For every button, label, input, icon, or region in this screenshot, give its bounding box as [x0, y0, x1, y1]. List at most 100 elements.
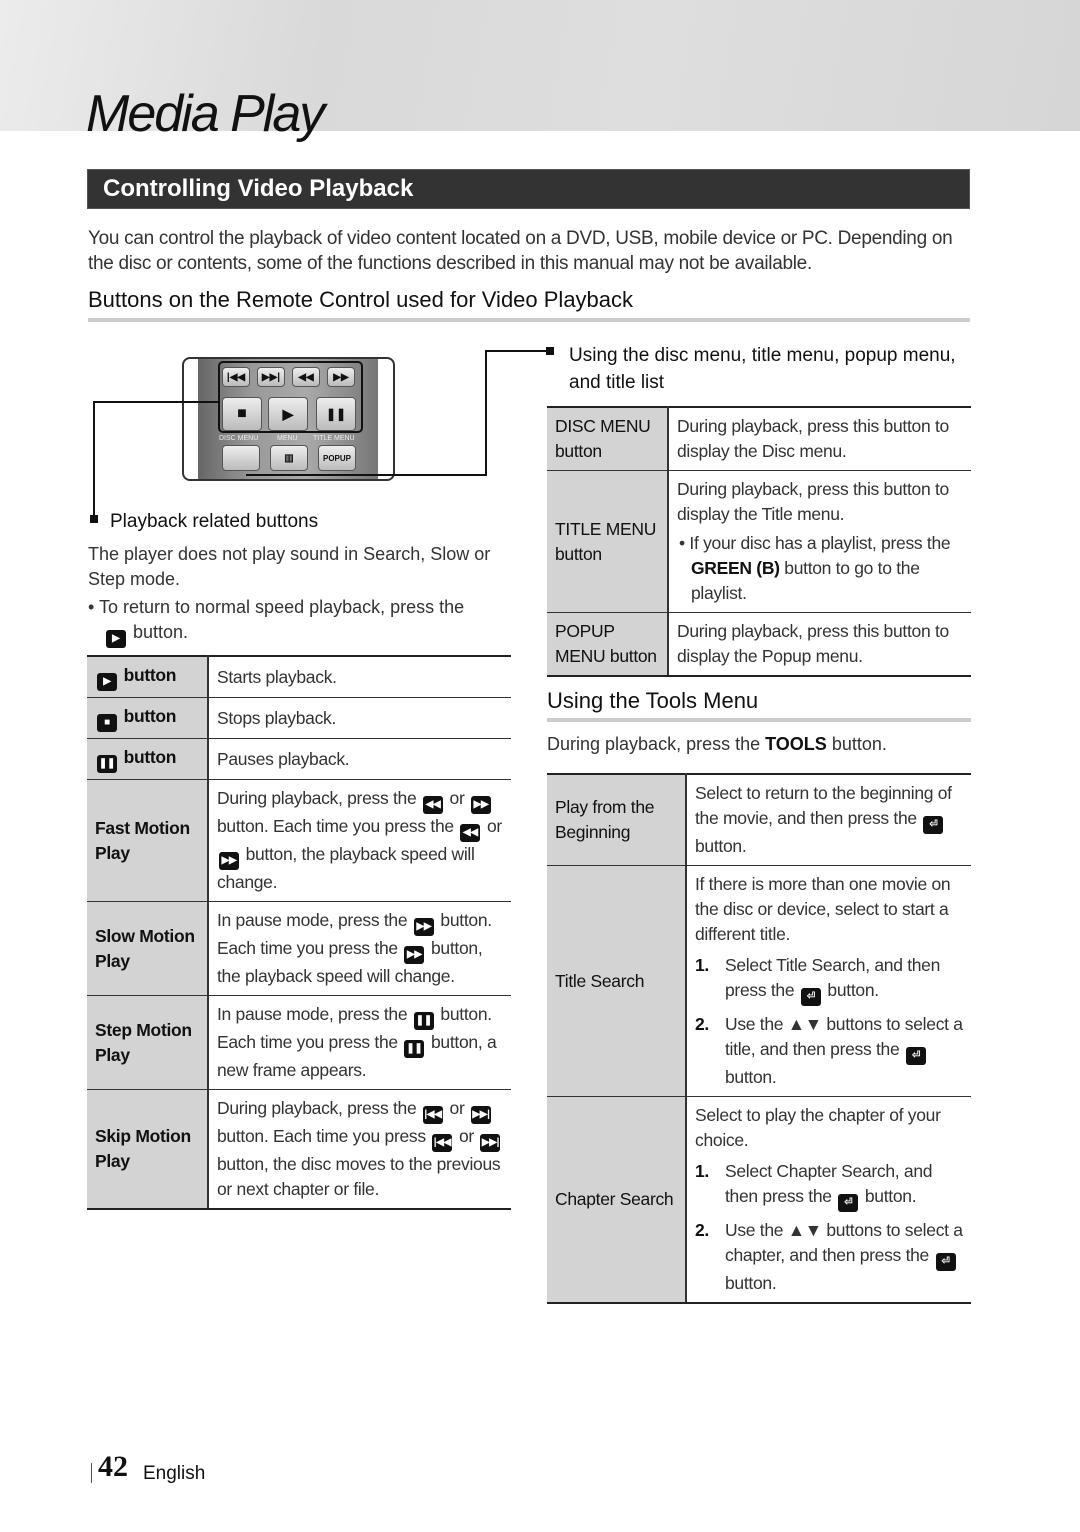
callout-line [246, 474, 486, 476]
table-row: Step Motion Play In pause mode, press the… [87, 995, 511, 1090]
table-row: ▶ button Starts playback. [87, 655, 511, 698]
value-text: button. [440, 910, 492, 930]
enter-icon: ⏎ [935, 1253, 956, 1271]
fast-forward-icon: ▶▶ [219, 852, 239, 870]
step-item: 1. Select Title Search, and then press th… [695, 953, 963, 1006]
tools-table: Play from the Beginning Select to return … [547, 773, 971, 1304]
row-key: Title Search [547, 865, 687, 1097]
subheading-rule [88, 318, 970, 322]
rewind-icon: ◀◀ [460, 824, 481, 842]
value-text: or [449, 788, 465, 808]
value-text: If there is more than one movie on the d… [695, 874, 951, 944]
table-row: Title Search If there is more than one mo… [547, 865, 971, 1097]
value-text: button. [695, 836, 747, 856]
subheading-tools: Using the Tools Menu [547, 688, 759, 713]
title-menu-label: TITLE MENU [313, 435, 355, 442]
table-row: Skip Motion Play During playback, press t… [87, 1089, 511, 1210]
row-key: Slow Motion Play [87, 901, 209, 996]
callout-line [93, 401, 95, 519]
rewind-icon: ◀◀ [422, 796, 443, 814]
value-text: Select to return to the beginning of the… [695, 783, 952, 828]
table-row: Play from the Beginning Select to return … [547, 773, 971, 866]
row-value: Stops playback. [208, 697, 511, 739]
value-text: or [449, 1098, 465, 1118]
step-text-part: button. [725, 1067, 777, 1087]
enter-icon: ⏎ [838, 1194, 859, 1212]
table-row: Chapter Search Select to play the chapter… [547, 1096, 971, 1304]
menu-callout: Using the disc menu, title menu, popup m… [569, 345, 956, 393]
row-value: In pause mode, press the ❚❚ button. Each… [208, 995, 511, 1090]
step-text-part: button. [822, 980, 879, 1000]
tools-intro: During playback, press the TOOLS button. [547, 732, 887, 757]
value-text: Each time you press the [272, 816, 454, 836]
disc-menu-label: DISC MENU [219, 435, 259, 442]
value-text: button. [217, 816, 269, 836]
popup-button: POPUP [318, 445, 356, 471]
step-text-part: Use the ▲▼ buttons to select a chapter, … [725, 1220, 963, 1265]
row-key: TITLE MENU button [547, 470, 669, 613]
bullet-keyword: GREEN (B) [691, 558, 780, 578]
row-key-text: Skip Motion Play [95, 1126, 191, 1171]
value-text: During playback, press this button to di… [677, 621, 949, 666]
step-text: Use the ▲▼ buttons to select a chapter, … [725, 1218, 963, 1296]
value-text: Each time you press the [217, 1032, 398, 1052]
row-key: Play from the Beginning [547, 773, 687, 866]
bullet-item: • If your disc has a playlist, press the… [677, 531, 963, 606]
play-icon: ▶ [106, 630, 126, 648]
value-text: button, the playback speed will change. [217, 844, 475, 892]
playback-callout: Playback related buttons [110, 511, 319, 532]
row-value: Select to play the chapter of your choic… [686, 1096, 971, 1304]
skip-back-icon: |◀◀ [422, 1106, 443, 1124]
skip-forward-icon: ▶▶| [480, 1134, 501, 1152]
bullet-text: button. [133, 622, 189, 642]
callout-marker [546, 347, 554, 355]
table-row: ❚❚ button Pauses playback. [87, 738, 511, 780]
menu-icon: ▥ [270, 445, 308, 471]
row-key-text: button [123, 747, 177, 767]
play-icon: ▶ [97, 673, 117, 691]
fast-forward-icon: ▶▶ [413, 918, 434, 936]
value-text: or [486, 816, 502, 836]
step-text-part: Use the ▲▼ buttons to select a title, an… [725, 1014, 963, 1059]
subheading-rule [547, 718, 971, 722]
footer-divider [91, 1463, 92, 1483]
step-number: 1. [695, 955, 709, 975]
row-value: During playback, press this button to di… [668, 470, 971, 613]
row-key-text: button [123, 665, 177, 685]
menu-label: MENU [277, 435, 298, 442]
pause-icon: ❚❚ [404, 1040, 425, 1058]
page-language: English [143, 1463, 206, 1484]
tools-intro-text: button. [831, 734, 887, 754]
row-key: ❚❚ button [87, 738, 209, 780]
value-text: or [458, 1126, 474, 1146]
chapter-title: Media Play [86, 85, 325, 143]
enter-icon: ⏎ [800, 988, 821, 1006]
playback-table: ▶ button Starts playback. ■ button Stops pl… [87, 655, 511, 1210]
enter-icon: ⏎ [923, 816, 944, 834]
callout-line [93, 401, 219, 403]
value-text: button. [440, 1004, 492, 1024]
step-number: 2. [695, 1014, 709, 1034]
value-text: In pause mode, press the [217, 910, 408, 930]
row-key: ▶ button [87, 655, 209, 698]
step-text-part: button. [725, 1273, 777, 1293]
disc-menu-button [222, 445, 260, 471]
value-text: During playback, press the [217, 788, 417, 808]
tools-keyword: TOOLS [765, 734, 827, 754]
enter-icon: ⏎ [905, 1047, 926, 1065]
page-number: 42 [98, 1450, 128, 1483]
row-key-text: Slow Motion Play [95, 925, 195, 971]
step-number: 2. [695, 1220, 709, 1240]
table-row: TITLE MENU button During playback, press … [547, 470, 971, 613]
step-text: Select Chapter Search, and then press th… [725, 1159, 963, 1212]
step-number: 1. [695, 1161, 709, 1181]
row-value: During playback, press this button to di… [668, 406, 971, 471]
fast-forward-icon: ▶▶ [404, 946, 425, 964]
row-key: ■ button [87, 697, 209, 739]
table-row: Slow Motion Play In pause mode, press the… [87, 901, 511, 996]
step-text: Select Title Search, and then press the … [725, 953, 963, 1006]
row-key-text: Fast Motion Play [95, 817, 190, 863]
callout-marker [90, 515, 98, 523]
playback-highlight [218, 361, 363, 433]
value-text: During playback, press this button to di… [677, 416, 949, 461]
